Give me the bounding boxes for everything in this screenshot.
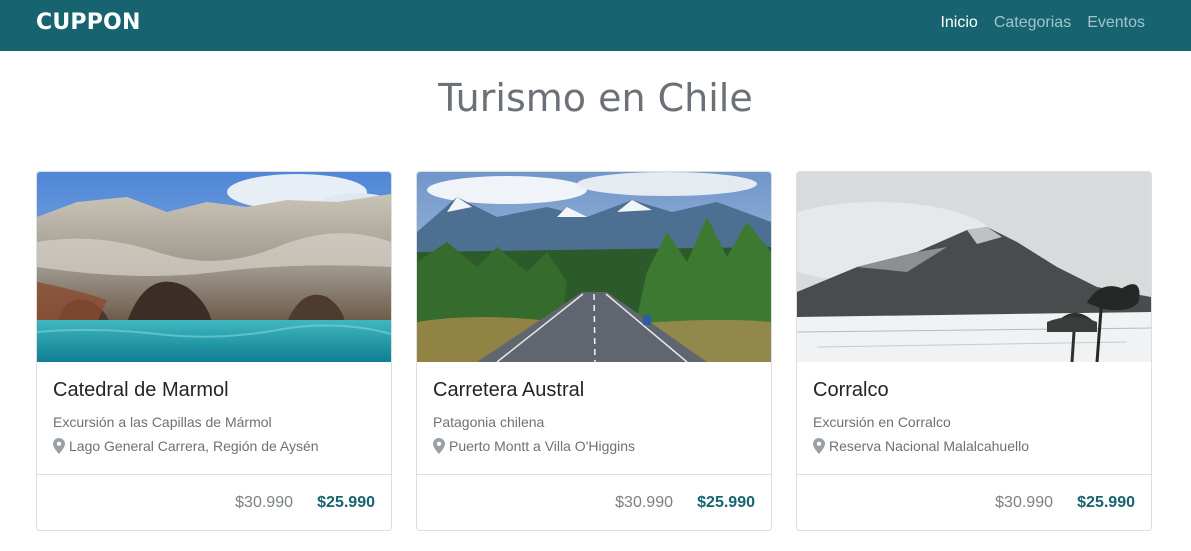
location-pin-icon [433,438,445,454]
marble-caves-photo[interactable] [37,172,391,362]
card-title[interactable]: Carretera Austral [433,379,584,402]
nav-item-categorias[interactable]: Categorias [994,13,1071,33]
card-title[interactable]: Corralco [813,379,889,402]
nav-item-eventos[interactable]: Eventos [1087,13,1145,33]
card-footer: $30.990 $25.990 [797,474,1151,530]
nav-item-inicio[interactable]: Inicio [940,13,977,33]
brand-logo[interactable]: CUPPON [36,10,141,35]
navbar: CUPPON Inicio Categorias Eventos [0,0,1191,51]
nav-links: Inicio Categorias Eventos [940,13,1145,33]
card-location: Puerto Montt a Villa O'Higgins [433,438,635,454]
page-title: Turismo en Chile [438,76,753,120]
tour-card-catedral[interactable]: Catedral de Marmol Excursión a las Capil… [36,171,392,531]
card-subtitle: Excursión en Corralco [813,414,951,430]
location-pin-icon [813,438,825,454]
card-subtitle: Excursión a las Capillas de Mármol [53,414,272,430]
old-price: $30.990 [615,494,673,511]
tour-card-carretera[interactable]: Carretera Austral Patagonia chilena Puer… [416,171,772,531]
new-price: $25.990 [1077,494,1135,511]
location-text: Lago General Carrera, Región de Aysén [69,438,319,454]
card-location: Reserva Nacional Malalcahuello [813,438,1029,454]
new-price: $25.990 [317,494,375,511]
mountain-road-photo[interactable] [417,172,771,362]
location-text: Reserva Nacional Malalcahuello [829,438,1029,454]
card-footer: $30.990 $25.990 [37,474,391,530]
new-price: $25.990 [697,494,755,511]
old-price: $30.990 [995,494,1053,511]
snowy-volcano-photo[interactable] [797,172,1151,362]
location-pin-icon [53,438,65,454]
card-title[interactable]: Catedral de Marmol [53,379,229,402]
old-price: $30.990 [235,494,293,511]
card-location: Lago General Carrera, Región de Aysén [53,438,319,454]
card-footer: $30.990 $25.990 [417,474,771,530]
tour-card-corralco[interactable]: Corralco Excursión en Corralco Reserva N… [796,171,1152,531]
card-subtitle: Patagonia chilena [433,414,545,430]
location-text: Puerto Montt a Villa O'Higgins [449,438,636,454]
